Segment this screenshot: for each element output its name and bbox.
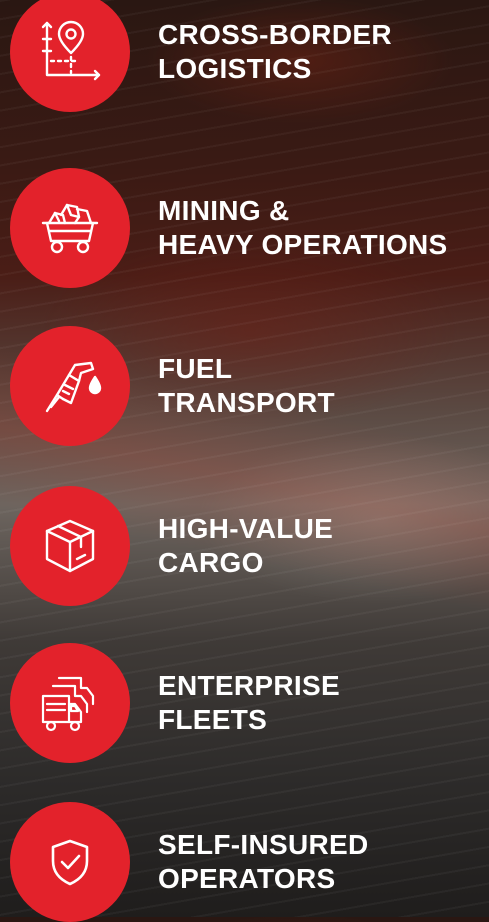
item-label: ENTERPRISE FLEETS	[158, 669, 340, 737]
item-label-line2: CARGO	[158, 547, 264, 578]
map-pin-chart-icon	[41, 20, 101, 81]
icon-circle	[10, 0, 130, 112]
item-label-line1: MINING &	[158, 195, 290, 226]
icon-circle	[10, 326, 130, 446]
fuel-nozzle-icon	[45, 361, 102, 413]
item-label-line1: HIGH-VALUE	[158, 513, 334, 544]
background-image	[0, 0, 489, 917]
industry-item-enterprise-fleets: ENTERPRISE FLEETS	[10, 643, 485, 763]
shield-check-icon	[51, 839, 89, 886]
item-label: CROSS-BORDER LOGISTICS	[158, 18, 392, 86]
item-label-line2: FLEETS	[158, 704, 268, 735]
icon-circle	[10, 486, 130, 606]
icon-circle	[10, 802, 130, 922]
industry-item-high-value-cargo: HIGH-VALUE CARGO	[10, 486, 485, 606]
item-label-line2: TRANSPORT	[158, 387, 335, 418]
icon-circle	[10, 643, 130, 763]
icon-circle	[10, 168, 130, 288]
industry-item-mining-heavy-operations: MINING & HEAVY OPERATIONS	[10, 168, 485, 288]
item-label: SELF-INSURED OPERATORS	[158, 828, 369, 896]
industry-item-self-insured-operators: SELF-INSURED OPERATORS	[10, 802, 485, 922]
item-label-line1: ENTERPRISE	[158, 670, 340, 701]
truck-fleet-icon	[41, 676, 95, 732]
industry-item-fuel-transport: FUEL TRANSPORT	[10, 326, 485, 446]
item-label: HIGH-VALUE CARGO	[158, 512, 333, 580]
item-label-line1: FUEL	[158, 353, 233, 384]
item-label-line1: CROSS-BORDER	[158, 19, 392, 50]
item-label: MINING & HEAVY OPERATIONS	[158, 194, 448, 262]
mine-cart-icon	[41, 203, 99, 254]
item-label-line2: OPERATORS	[158, 863, 336, 894]
item-label-line1: SELF-INSURED	[158, 829, 369, 860]
item-label: FUEL TRANSPORT	[158, 352, 335, 420]
industry-item-cross-border-logistics: CROSS-BORDER LOGISTICS	[10, 0, 485, 112]
item-label-line2: HEAVY OPERATIONS	[158, 229, 448, 260]
package-box-icon	[45, 519, 95, 573]
item-label-line2: LOGISTICS	[158, 53, 312, 84]
